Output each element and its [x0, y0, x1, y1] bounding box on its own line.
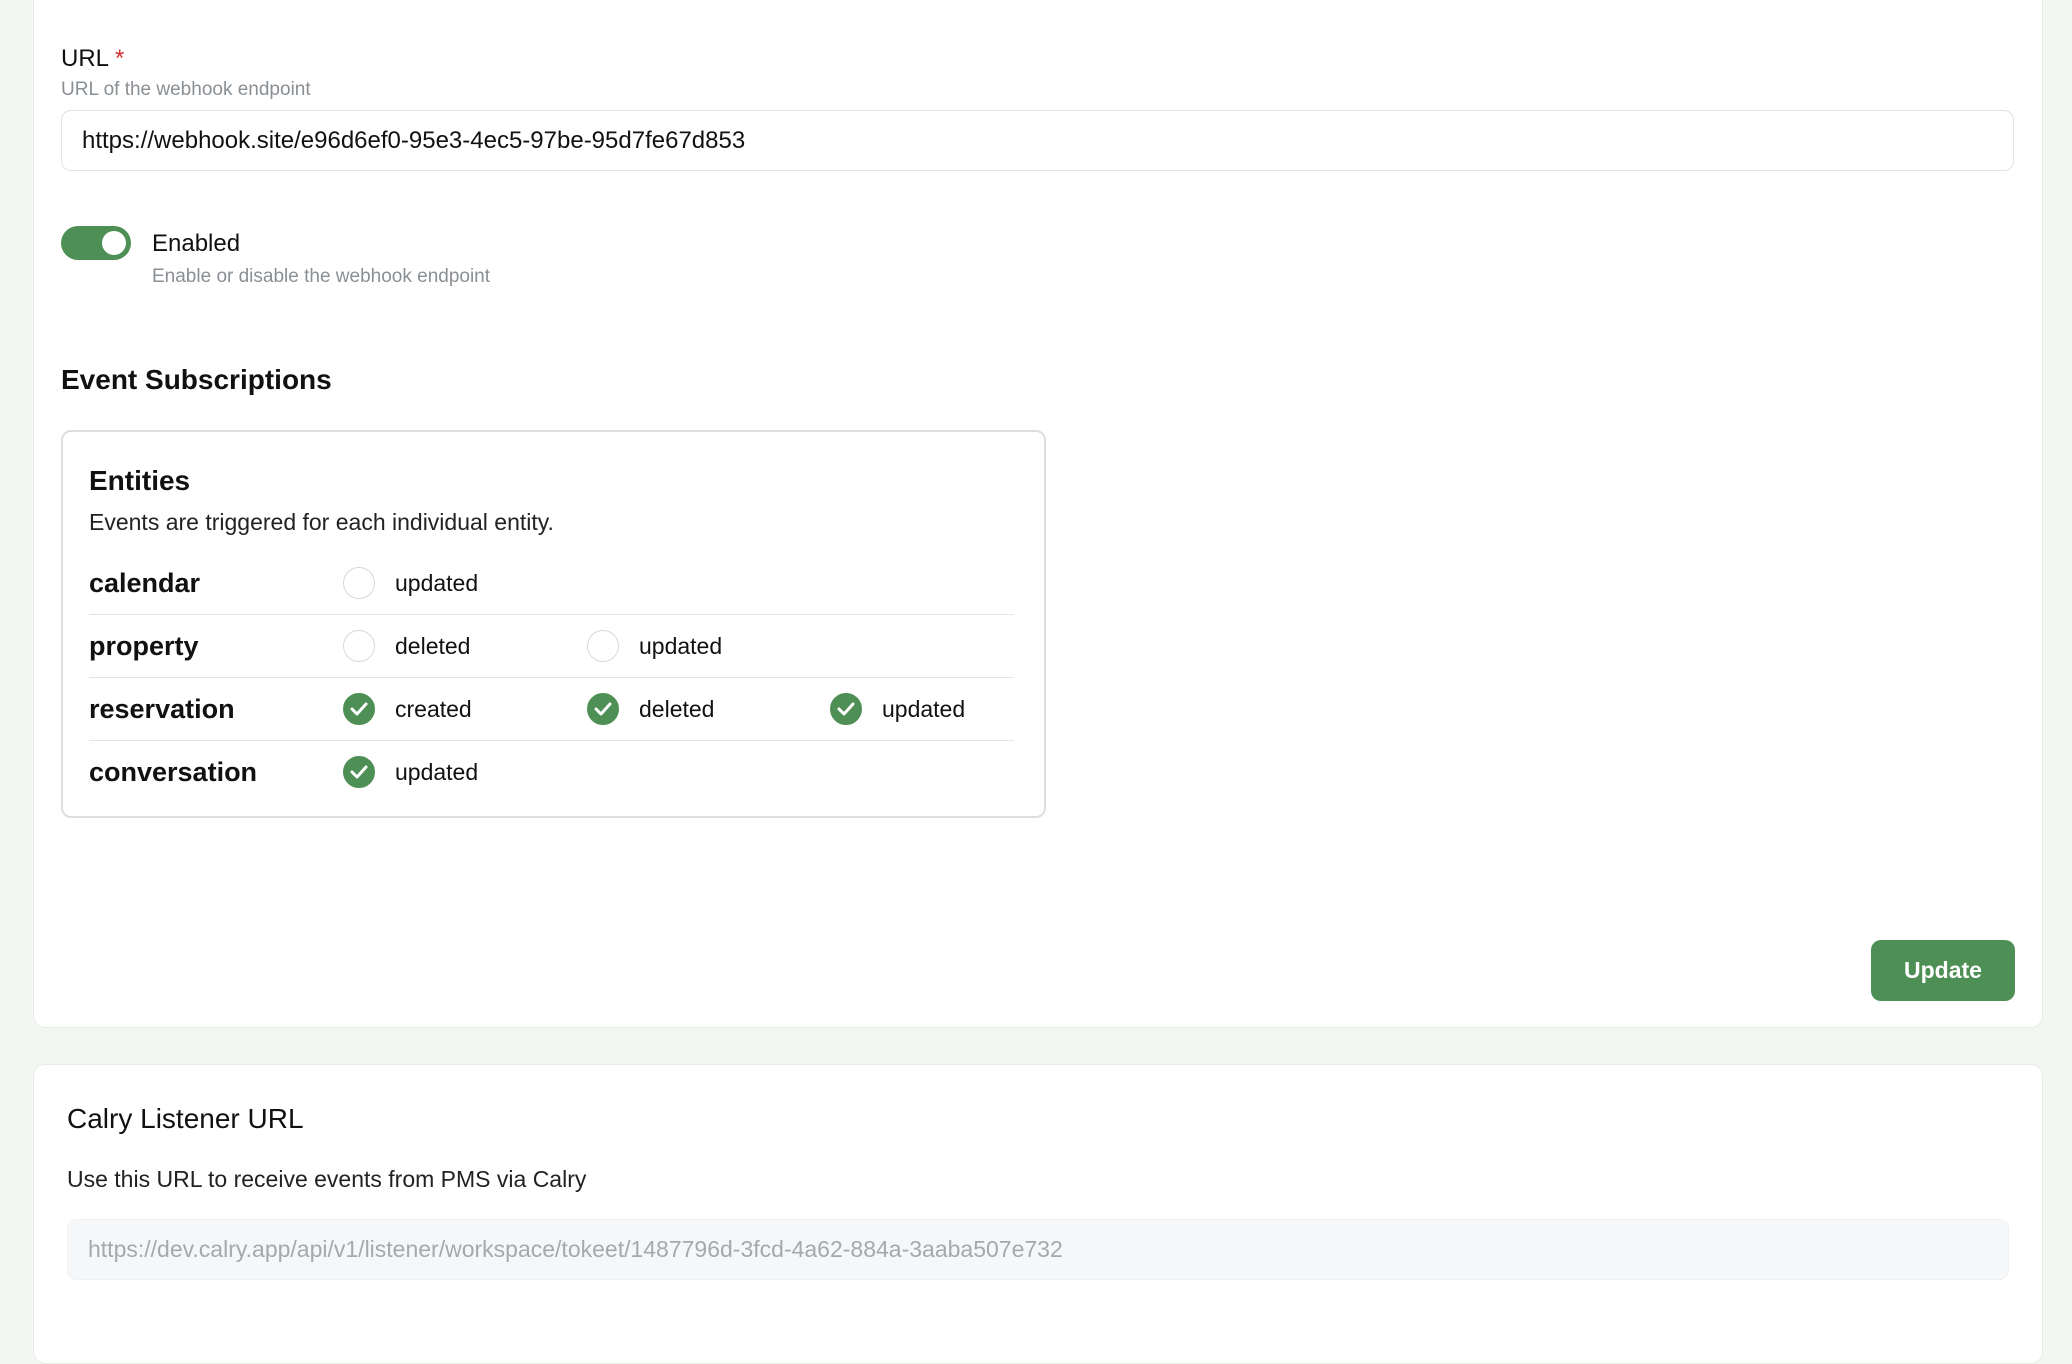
event-option-label: deleted: [395, 632, 471, 659]
update-button[interactable]: Update: [1871, 940, 2015, 1001]
event-subscriptions-title: Event Subscriptions: [61, 364, 332, 395]
event-checkbox[interactable]: [343, 567, 375, 599]
webhook-settings-card: URL * URL of the webhook endpoint https:/…: [33, 0, 2043, 1028]
entity-name: reservation: [89, 694, 235, 724]
listener-url-card: Calry Listener URL Use this URL to recei…: [33, 1064, 2043, 1364]
entities-title: Entities: [89, 465, 191, 496]
event-checkbox[interactable]: [830, 693, 862, 725]
entity-name: calendar: [89, 568, 201, 598]
url-input[interactable]: https://webhook.site/e96d6ef0-95e3-4ec5-…: [61, 110, 2014, 171]
entity-row-reservation: reservation created deleted updated: [89, 678, 1014, 741]
event-option-calendar-updated[interactable]: updated: [343, 552, 478, 614]
event-checkbox[interactable]: [587, 630, 619, 662]
event-option-label: updated: [395, 569, 479, 596]
event-option-label: created: [395, 695, 472, 722]
url-field-label: URL *: [61, 45, 124, 73]
event-option-label: deleted: [639, 695, 715, 722]
required-marker: *: [115, 45, 125, 72]
event-checkbox[interactable]: [343, 630, 375, 662]
event-option-label: updated: [882, 695, 966, 722]
enabled-toggle[interactable]: [61, 226, 131, 260]
listener-description: Use this URL to receive events from PMS …: [67, 1166, 587, 1192]
event-option-property-updated[interactable]: updated: [587, 615, 722, 677]
url-label-text: URL: [61, 45, 110, 72]
entity-name: property: [89, 631, 199, 661]
url-input-value: https://webhook.site/e96d6ef0-95e3-4ec5-…: [82, 126, 746, 154]
enabled-label: Enabled: [152, 230, 241, 257]
entity-row-property: property deleted updated: [89, 615, 1014, 678]
toggle-knob: [102, 231, 126, 255]
entities-description: Events are triggered for each individual…: [89, 509, 554, 535]
event-option-reservation-created[interactable]: created: [343, 678, 472, 740]
check-icon: [594, 702, 612, 716]
listener-title: Calry Listener URL: [67, 1103, 304, 1134]
event-option-label: updated: [395, 758, 479, 785]
check-icon: [350, 702, 368, 716]
event-option-label: updated: [639, 632, 723, 659]
url-field-hint: URL of the webhook endpoint: [61, 79, 311, 100]
entities-box: Entities Events are triggered for each i…: [61, 430, 1046, 818]
event-option-reservation-updated[interactable]: updated: [830, 678, 965, 740]
event-checkbox[interactable]: [587, 693, 619, 725]
entity-row-conversation: conversation updated: [89, 741, 1014, 803]
entity-name: conversation: [89, 757, 258, 787]
listener-url-input[interactable]: https://dev.calry.app/api/v1/listener/wo…: [67, 1219, 2009, 1280]
enabled-hint: Enable or disable the webhook endpoint: [152, 266, 491, 287]
check-icon: [837, 702, 855, 716]
event-checkbox[interactable]: [343, 693, 375, 725]
event-option-property-deleted[interactable]: deleted: [343, 615, 470, 677]
event-checkbox[interactable]: [343, 756, 375, 788]
event-option-conversation-updated[interactable]: updated: [343, 741, 478, 803]
event-option-reservation-deleted[interactable]: deleted: [587, 678, 714, 740]
entity-row-calendar: calendar updated: [89, 552, 1014, 615]
check-icon: [350, 765, 368, 779]
listener-url-value: https://dev.calry.app/api/v1/listener/wo…: [88, 1236, 1063, 1262]
